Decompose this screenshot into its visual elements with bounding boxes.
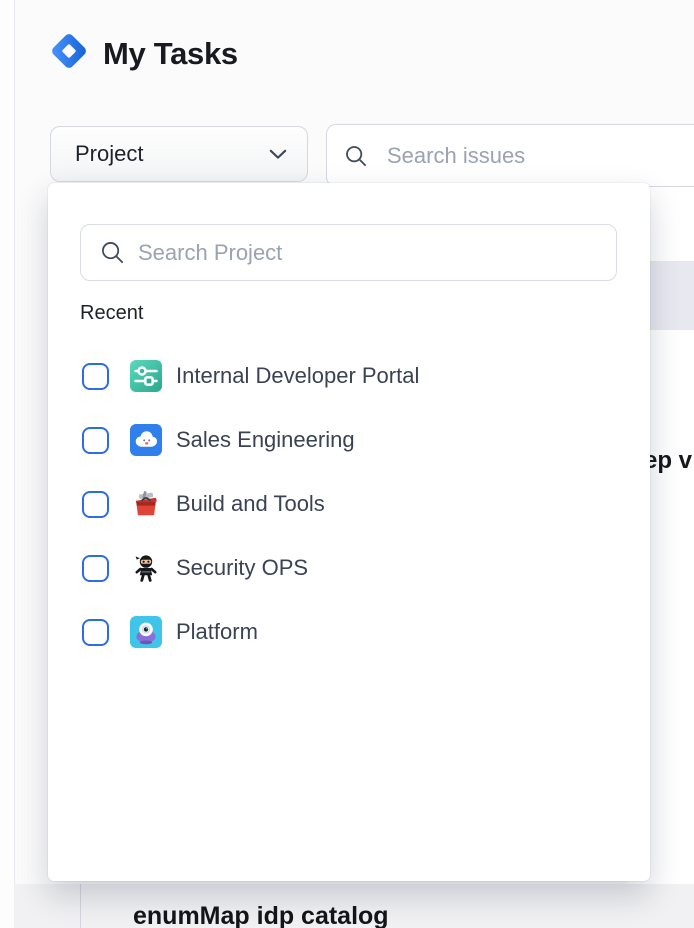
project-option-security-ops[interactable]: Security OPS bbox=[48, 536, 650, 600]
project-checkbox[interactable] bbox=[82, 491, 109, 518]
project-dropdown-panel: Recent Internal Develop bbox=[48, 183, 650, 881]
project-checkbox[interactable] bbox=[82, 555, 109, 582]
background-bottom-area: enumMap idp catalog bbox=[14, 884, 694, 928]
background-partial-task-text: ep v bbox=[644, 447, 692, 475]
sliders-icon bbox=[130, 360, 162, 392]
project-option-internal-developer-portal[interactable]: Internal Developer Portal bbox=[48, 344, 650, 408]
project-label: Sales Engineering bbox=[176, 427, 355, 453]
left-rail bbox=[0, 0, 15, 928]
page-title: My Tasks bbox=[103, 36, 238, 72]
project-label: Internal Developer Portal bbox=[176, 363, 419, 389]
project-option-list: Internal Developer Portal bbox=[48, 344, 650, 664]
search-project-field[interactable] bbox=[80, 224, 617, 281]
project-label: Build and Tools bbox=[176, 491, 325, 517]
alien-icon bbox=[130, 616, 162, 648]
search-project-input[interactable] bbox=[138, 240, 602, 266]
recent-section-label: Recent bbox=[80, 302, 143, 325]
project-checkbox[interactable] bbox=[82, 427, 109, 454]
project-option-sales-engineering[interactable]: Sales Engineering bbox=[48, 408, 650, 472]
chevron-down-icon bbox=[269, 149, 287, 160]
background-card-border bbox=[80, 884, 81, 928]
project-checkbox[interactable] bbox=[82, 619, 109, 646]
project-filter-label: Project bbox=[75, 141, 269, 167]
ninja-icon bbox=[130, 552, 162, 584]
project-label: Security OPS bbox=[176, 555, 308, 581]
cloud-icon bbox=[130, 424, 162, 456]
project-checkbox[interactable] bbox=[82, 363, 109, 390]
project-option-build-and-tools[interactable]: Build and Tools bbox=[48, 472, 650, 536]
my-tasks-page: ep v My Tasks Project bbox=[0, 0, 694, 928]
search-icon bbox=[343, 143, 369, 169]
search-issues-input[interactable] bbox=[387, 143, 694, 169]
project-option-platform[interactable]: Platform bbox=[48, 600, 650, 664]
background-task-title[interactable]: enumMap idp catalog bbox=[133, 902, 389, 928]
project-label: Platform bbox=[176, 619, 258, 645]
jira-logo-icon bbox=[48, 30, 90, 72]
search-icon bbox=[99, 239, 126, 266]
project-filter-button[interactable]: Project bbox=[50, 126, 308, 182]
search-issues-field[interactable] bbox=[326, 124, 694, 187]
toolbox-icon bbox=[130, 488, 162, 520]
